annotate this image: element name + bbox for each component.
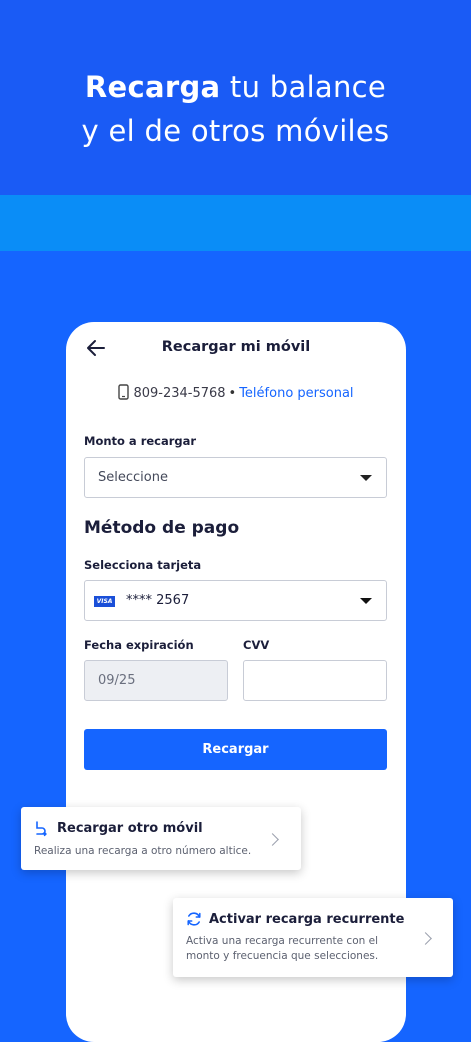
recurring-icon xyxy=(187,912,201,926)
phone-tag-link[interactable]: Teléfono personal xyxy=(239,386,353,401)
chevron-down-icon xyxy=(360,475,372,481)
visa-card-icon: VISA xyxy=(94,596,115,607)
expiry-value: 09/25 xyxy=(98,673,136,688)
chevron-down-icon xyxy=(360,598,372,604)
recargar-otro-subtitle: Realiza una recarga a otro número altice… xyxy=(34,845,252,857)
hero-title-line1: Recarga tu balance xyxy=(84,70,387,104)
hero-title-line2: y el de otros móviles xyxy=(81,114,390,148)
recurrente-subtitle-line2: monto y frecuencia que selecciones. xyxy=(186,950,379,962)
cvv-input[interactable] xyxy=(243,660,387,701)
expiry-field: 09/25 xyxy=(84,660,228,701)
chevron-right-icon xyxy=(419,932,432,945)
amount-label: Monto a recargar xyxy=(84,434,197,448)
card-recargar-otro[interactable]: Recargar otro móvil Realiza una recarga … xyxy=(21,807,301,870)
send-money-icon xyxy=(36,821,47,837)
phone-number: 809-234-5768 xyxy=(133,386,226,401)
accent-band xyxy=(0,195,471,251)
card-select-value: **** 2567 xyxy=(126,593,190,608)
recargar-button[interactable]: Recargar xyxy=(84,729,387,770)
expiry-label: Fecha expiración xyxy=(84,638,194,652)
amount-select-value: Seleccione xyxy=(98,470,168,485)
amount-select[interactable]: Seleccione xyxy=(84,457,387,498)
screen-title: Recargar mi móvil xyxy=(161,339,311,355)
recargar-otro-title: Recargar otro móvil xyxy=(57,821,203,836)
hero-banner: Recarga tu balance y el de otros móviles xyxy=(0,0,471,195)
card-recarga-recurrente[interactable]: Activar recarga recurrente Activa una re… xyxy=(173,898,453,977)
mobile-phone-icon xyxy=(118,384,130,400)
separator-dot: • xyxy=(228,386,237,401)
phone-info: 809-234-5768 • Teléfono personal xyxy=(66,384,406,401)
recurrente-subtitle-line1: Activa una recarga recurrente con el xyxy=(186,935,378,947)
payment-section-title: Método de pago xyxy=(84,518,240,538)
chevron-right-icon xyxy=(266,833,279,846)
card-select[interactable]: VISA **** 2567 xyxy=(84,580,387,621)
cvv-label: CVV xyxy=(243,638,270,652)
recurrente-title: Activar recarga recurrente xyxy=(209,912,405,927)
card-select-label: Selecciona tarjeta xyxy=(84,558,202,572)
